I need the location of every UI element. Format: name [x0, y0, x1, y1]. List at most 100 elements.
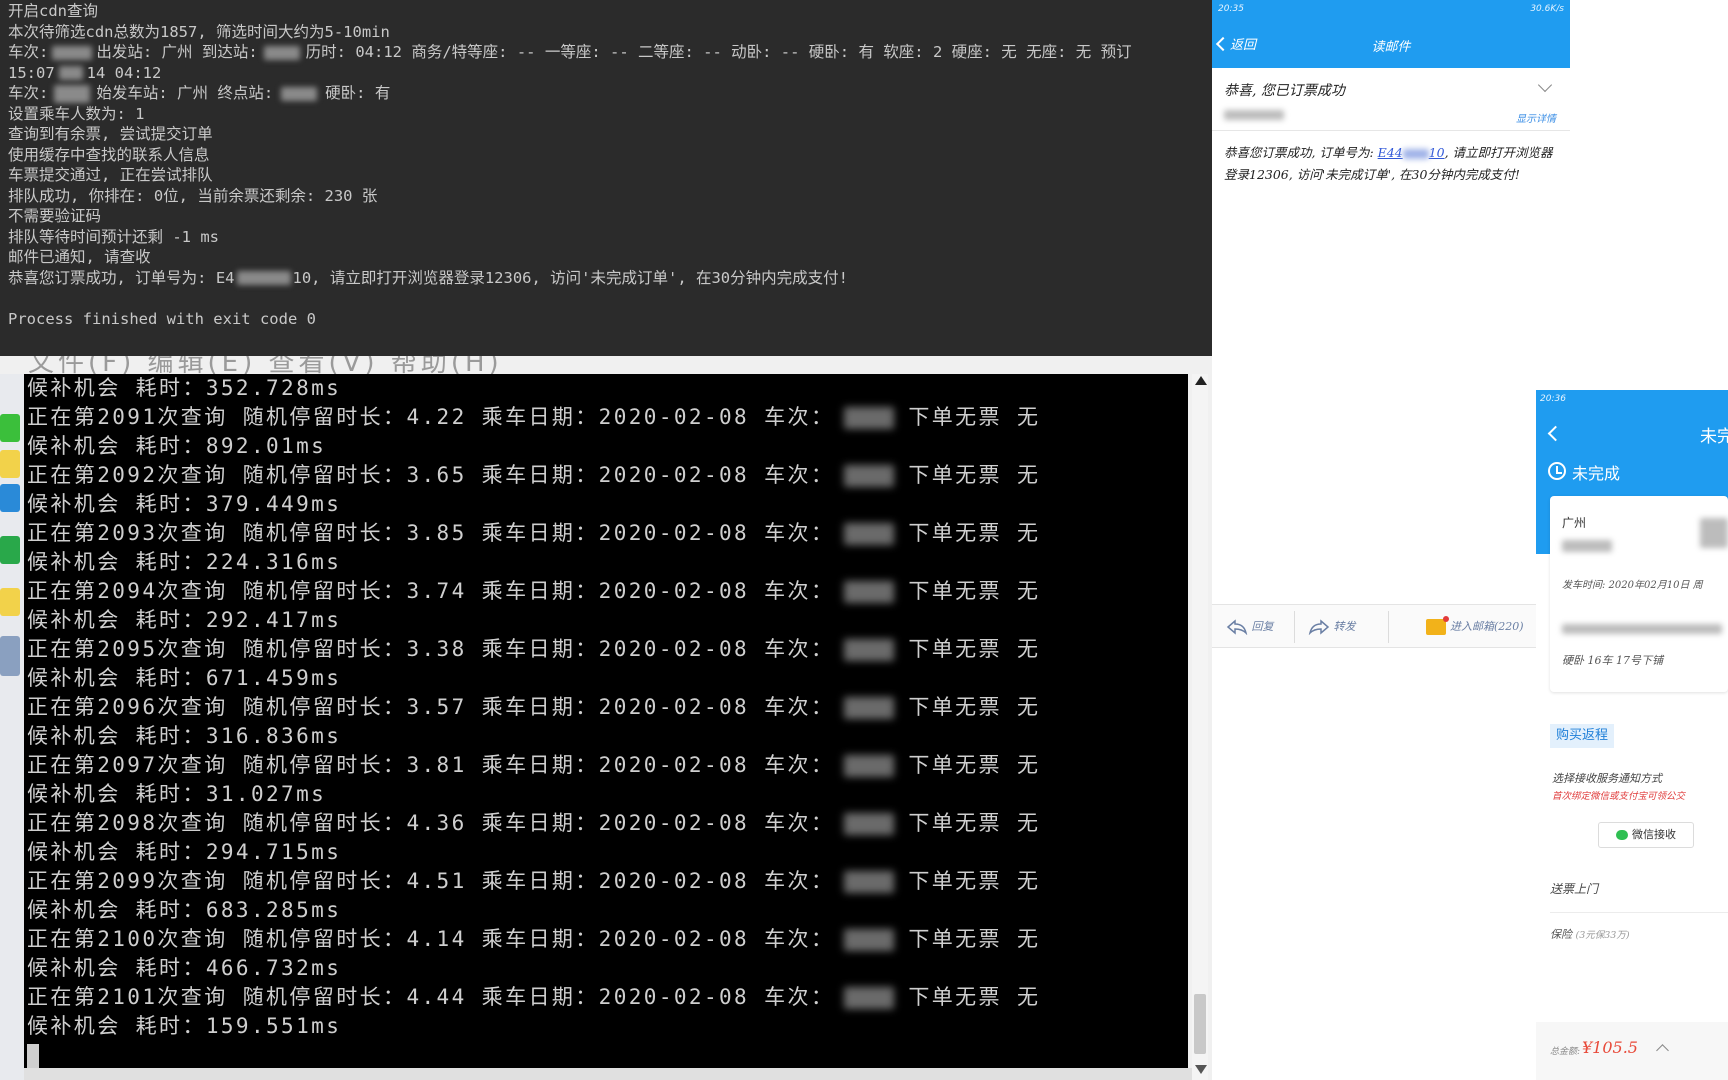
window-icon[interactable]: [0, 636, 20, 676]
console-line: 使用缓存中查找的联系人信息: [8, 145, 210, 164]
scroll-down-arrow-icon[interactable]: [1195, 1065, 1207, 1074]
query-mid: 次查询 随机停留时长：: [157, 753, 407, 777]
scroll-thumb[interactable]: [1194, 994, 1206, 1054]
scroll-up-arrow-icon[interactable]: [1195, 376, 1207, 385]
play-icon[interactable]: [0, 414, 20, 442]
query-delay: 4.44: [406, 985, 467, 1009]
query-prefix: 正在第: [27, 985, 98, 1009]
elapsed-prefix: 候补机会 耗时：: [27, 550, 206, 574]
text-cursor: [27, 1044, 39, 1068]
from-station: 广州: [1562, 516, 1587, 530]
elapsed-time: 316.836ms: [205, 724, 342, 748]
redacted-station: [281, 86, 318, 101]
seat-info: 硬卧 16车 17号下铺: [1562, 654, 1663, 667]
forward-button[interactable]: 转发: [1308, 605, 1356, 649]
query-result: 下单无票 无: [908, 405, 1041, 429]
query-line: 正在第2095次查询 随机停留时长：3.38 乘车日期：2020-02-08 车…: [27, 635, 1188, 664]
query-delay: 3.38: [406, 637, 467, 661]
redacted-order-number: [1402, 148, 1429, 159]
query-prefix: 正在第: [27, 927, 98, 951]
elapsed-line: 候补机会 耗时：683.285ms: [27, 896, 1188, 925]
query-delay: 4.14: [406, 927, 467, 951]
query-number: 2094: [97, 579, 158, 603]
redacted-station: [263, 45, 300, 60]
reply-button[interactable]: 回复: [1226, 605, 1274, 649]
image-icon[interactable]: [0, 536, 20, 564]
page-title: 未完成: [1700, 427, 1728, 447]
side-toolbar: [0, 374, 24, 1080]
redacted-sender: [1224, 110, 1284, 120]
console-line: 15:07 14 04:12: [8, 63, 1204, 84]
query-date: 乘车日期：2020-02-08 车次：: [466, 985, 835, 1009]
notify-label: 选择接收服务通知方式: [1552, 772, 1662, 785]
insurance-label: 保险: [1550, 928, 1572, 941]
buy-return-button[interactable]: 购买返程: [1550, 724, 1615, 748]
console-text: 历时: 04:12 商务/特等座: -- 一等座: -- 二等座: -- 动卧:…: [305, 43, 1132, 61]
console-line: 车票提交通过, 正在尝试排队: [8, 166, 213, 184]
divider: [1212, 130, 1570, 131]
console-menu-bar[interactable]: 文件(F) 编辑(E) 查看(V) 帮助(H): [28, 356, 1208, 374]
divider: [1550, 912, 1728, 913]
query-prefix: 正在第: [27, 521, 98, 545]
order-footer: 总金额: ¥105.5: [1536, 1022, 1728, 1080]
inbox-button[interactable]: 进入邮箱(220): [1426, 605, 1524, 649]
vertical-scrollbar[interactable]: [1192, 374, 1208, 1080]
console-line: 恭喜您订票成功, 订单号为: E4 10, 请立即打开浏览器登录12306, 访问…: [8, 268, 1204, 289]
query-result: 下单无票 无: [908, 463, 1041, 487]
query-number: 2101: [97, 985, 158, 1009]
insurance-sub: (3元保33万): [1575, 930, 1630, 941]
horizontal-scrollbar[interactable]: [24, 1068, 1192, 1080]
elapsed-line: 候补机会 耗时：224.316ms: [27, 548, 1188, 577]
total-label: 总金额:: [1550, 1047, 1581, 1057]
redacted-train-number: [844, 639, 895, 661]
console-line: Process finished with exit code 0: [8, 309, 316, 328]
redacted-train-number: [52, 45, 93, 60]
ticket-delivery-option[interactable]: 送票上门: [1550, 880, 1598, 897]
elapsed-line: 候补机会 耗时：379.449ms: [27, 490, 1188, 519]
redacted-train-number: [844, 465, 895, 487]
status-bar: 20:35 30.6K/s: [1218, 4, 1564, 18]
query-result: 下单无票 无: [908, 927, 1041, 951]
elapsed-time: 683.285ms: [205, 898, 342, 922]
query-delay: 3.85: [406, 521, 467, 545]
elapsed-prefix: 候补机会 耗时：: [27, 1014, 206, 1038]
chevron-up-icon[interactable]: [1656, 1044, 1669, 1057]
elapsed-time: 379.449ms: [205, 492, 342, 516]
mail-header: 20:35 30.6K/s 返回 读邮件: [1212, 0, 1570, 68]
chevron-down-icon[interactable]: [1537, 77, 1553, 93]
order-number-part: E44: [1377, 145, 1403, 160]
redacted-train-number: [54, 84, 91, 103]
order-status: 未完成: [1572, 464, 1621, 483]
query-line: 正在第2091次查询 随机停留时长：4.22 乘车日期：2020-02-08 车…: [27, 403, 1188, 432]
ticket-card[interactable]: 广州 发车时间: 2020年02月10日 周 硬卧 16车 17号下铺: [1550, 496, 1728, 692]
query-date: 乘车日期：2020-02-08 车次：: [466, 405, 835, 429]
console-text: 14 04:12: [86, 63, 162, 82]
query-prefix: 正在第: [27, 405, 98, 429]
query-mid: 次查询 随机停留时长：: [157, 463, 407, 487]
insurance-option[interactable]: 保险 (3元保33万): [1550, 926, 1630, 942]
console-line: [27, 1041, 1188, 1068]
order-number-link[interactable]: E44 10: [1378, 145, 1445, 160]
query-result: 下单无票 无: [908, 695, 1041, 719]
redacted-train-number: [844, 407, 895, 429]
elapsed-line: 候补机会 耗时：292.417ms: [27, 606, 1188, 635]
folder-icon[interactable]: [0, 450, 20, 478]
query-mid: 次查询 随机停留时长：: [157, 927, 407, 951]
music-icon[interactable]: [0, 484, 20, 512]
chevron-left-icon[interactable]: [1547, 425, 1564, 442]
redacted-train-number: [844, 813, 895, 835]
ide-run-console: 开启cdn查询 本次待筛选cdn总数为1857, 筛选时间大约为5-10min …: [0, 0, 1212, 356]
query-result: 下单无票 无: [908, 869, 1041, 893]
query-prefix: 正在第: [27, 463, 98, 487]
query-prefix: 正在第: [27, 637, 98, 661]
query-mid: 次查询 随机停留时长：: [157, 405, 407, 429]
query-number: 2096: [97, 695, 158, 719]
elapsed-line: 候补机会 耗时：671.459ms: [27, 664, 1188, 693]
mail-toolbar: 回复 转发 进入邮箱(220): [1212, 604, 1570, 648]
query-mid: 次查询 随机停留时长：: [157, 579, 407, 603]
show-details-link[interactable]: 显示详情: [1516, 110, 1556, 125]
document-icon[interactable]: [0, 588, 20, 616]
clock-icon: [1548, 462, 1566, 480]
console-text: 15:07: [8, 63, 55, 82]
wechat-receive-button[interactable]: 微信接收: [1598, 822, 1694, 848]
